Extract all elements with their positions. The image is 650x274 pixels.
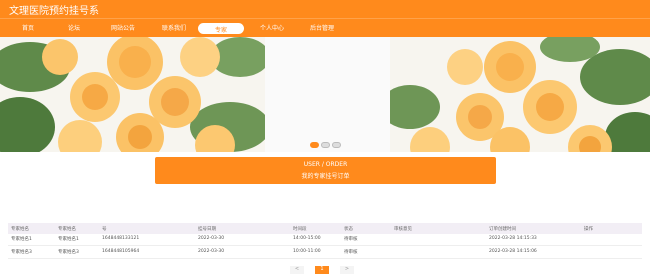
prev-page-button[interactable]: < [290, 266, 304, 274]
carousel-dot-1[interactable] [310, 142, 319, 148]
table-cell: 2022-03-28 14:15:06 [489, 249, 537, 254]
main-nav: 首页 论坛 网站公告 联系我们 专家 个人中心 后台管理 [0, 18, 650, 37]
top-header: 文理医院预约挂号系 [0, 0, 650, 18]
table-cell: 10:00-11:00 [293, 249, 321, 254]
nav-item-user-center[interactable]: 个人中心 [260, 23, 284, 32]
table-cell: 专家姓名3 [11, 250, 32, 255]
next-page-button[interactable]: > [340, 266, 354, 274]
table-cell: 2022-03-30 [198, 249, 225, 254]
status-cell: 待审核 [344, 237, 358, 242]
column-header: 审核意见 [394, 227, 412, 232]
nav-item-announcements[interactable]: 网站公告 [111, 23, 135, 32]
order-title-en: USER / ORDER [303, 161, 348, 168]
order-section-header: USER / ORDER 我的专家挂号订单 [155, 157, 496, 184]
nav-item-admin[interactable]: 后台管理 [310, 23, 334, 32]
table-cell: 1648448105964 [102, 249, 140, 254]
carousel-dot-2[interactable] [321, 142, 330, 148]
nav-item-experts[interactable]: 专家 [198, 23, 244, 34]
table-header: 专家姓名 专家姓名 号 挂号日期 时间段 状态 审核意见 订单创建时间 操作 [8, 223, 642, 234]
column-header: 操作 [584, 227, 593, 232]
table-cell: 专家姓名1 [11, 237, 32, 242]
table-cell: 专家姓名1 [58, 237, 79, 242]
carousel-indicators [310, 142, 342, 148]
roses-image-left [0, 37, 265, 152]
nav-item-home[interactable]: 首页 [22, 23, 34, 32]
column-header: 时间段 [293, 227, 307, 232]
roses-image-right [390, 37, 650, 152]
column-header: 订单创建时间 [489, 227, 516, 232]
column-header: 状态 [344, 227, 353, 232]
pagination: < 1 > [290, 266, 354, 274]
site-title: 文理医院预约挂号系 [9, 6, 99, 17]
carousel-dot-3[interactable] [332, 142, 341, 148]
column-header: 挂号日期 [198, 227, 216, 232]
table-cell: 2022-03-28 14:15:33 [489, 236, 537, 241]
page-button-current[interactable]: 1 [315, 266, 329, 274]
nav-item-forum[interactable]: 论坛 [68, 23, 80, 32]
banner-carousel [0, 37, 650, 152]
table-cell: 14:00-15:00 [293, 236, 321, 241]
table-cell: 2022-03-30 [198, 236, 225, 241]
table-cell: 1648448133121 [102, 236, 140, 241]
column-header: 专家姓名 [58, 227, 76, 232]
column-header: 专家姓名 [11, 227, 29, 232]
table-row: 专家姓名1 专家姓名1 1648448133121 2022-03-30 14:… [8, 234, 642, 246]
status-cell: 待审核 [344, 250, 358, 255]
nav-item-contact[interactable]: 联系我们 [162, 23, 186, 32]
order-title-cn: 我的专家挂号订单 [301, 173, 350, 180]
table-cell: 专家姓名3 [58, 250, 79, 255]
column-header: 号 [102, 227, 107, 232]
table-row: 专家姓名3 专家姓名3 1648448105964 2022-03-30 10:… [8, 247, 642, 259]
